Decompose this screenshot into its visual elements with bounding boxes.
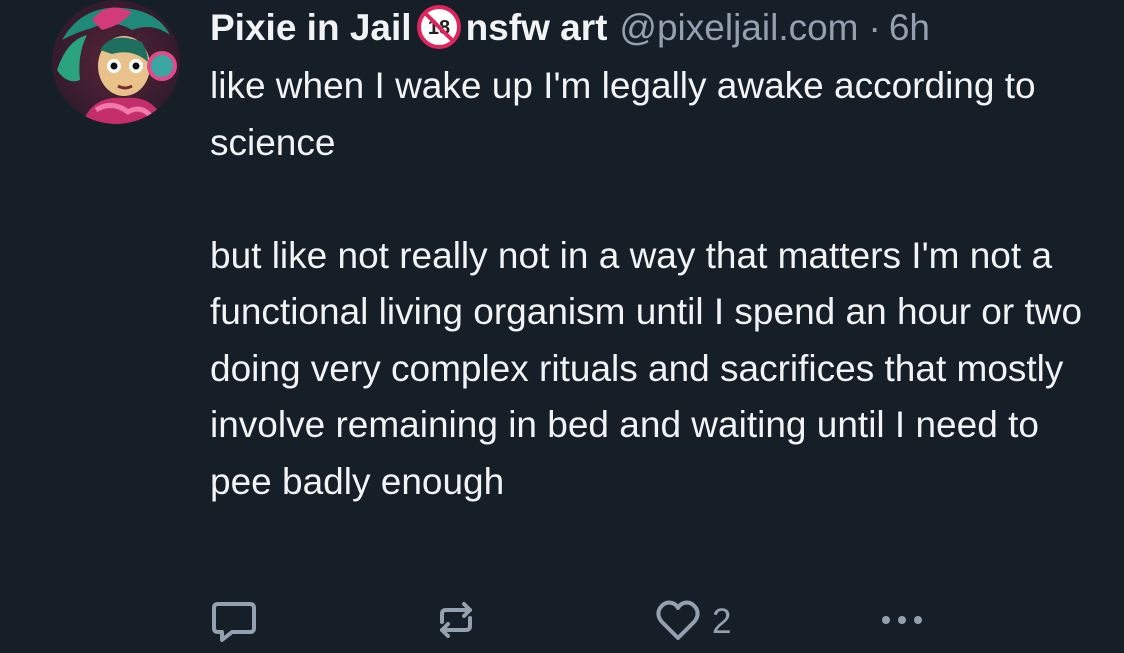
like-button[interactable]: 2: [654, 596, 731, 648]
like-count: 2: [712, 602, 732, 641]
repost-button[interactable]: [432, 596, 480, 648]
avatar[interactable]: [52, 0, 180, 124]
post-paragraph-2: but like not really not in a way that ma…: [210, 234, 1083, 502]
post-timestamp[interactable]: 6h: [889, 2, 930, 54]
post-header: Pixie in Jail 18 nsfw art @pixeljail.com…: [210, 2, 1090, 54]
author-handle[interactable]: @pixeljail.com: [619, 2, 858, 54]
more-icon: [876, 596, 928, 649]
author-name: Pixie in Jail: [210, 7, 412, 48]
post: Pixie in Jail 18 nsfw art @pixeljail.com…: [0, 0, 1124, 653]
author-name-suffix: nsfw art: [465, 7, 608, 48]
reply-button[interactable]: [210, 596, 258, 648]
post-paragraph-1: like when I wake up I'm legally awake ac…: [210, 65, 1036, 163]
reply-icon: [210, 596, 258, 649]
no-under-18-icon: 18: [416, 4, 462, 50]
more-options-button[interactable]: [876, 596, 928, 648]
repost-icon: [432, 596, 480, 649]
author-display-name[interactable]: Pixie in Jail 18 nsfw art: [210, 2, 607, 54]
post-content: Pixie in Jail 18 nsfw art @pixeljail.com…: [210, 2, 1090, 510]
post-text: like when I wake up I'm legally awake ac…: [210, 58, 1090, 510]
separator-dot: ·: [868, 7, 881, 48]
heart-icon: [654, 596, 702, 649]
post-actions: 2: [210, 596, 970, 648]
